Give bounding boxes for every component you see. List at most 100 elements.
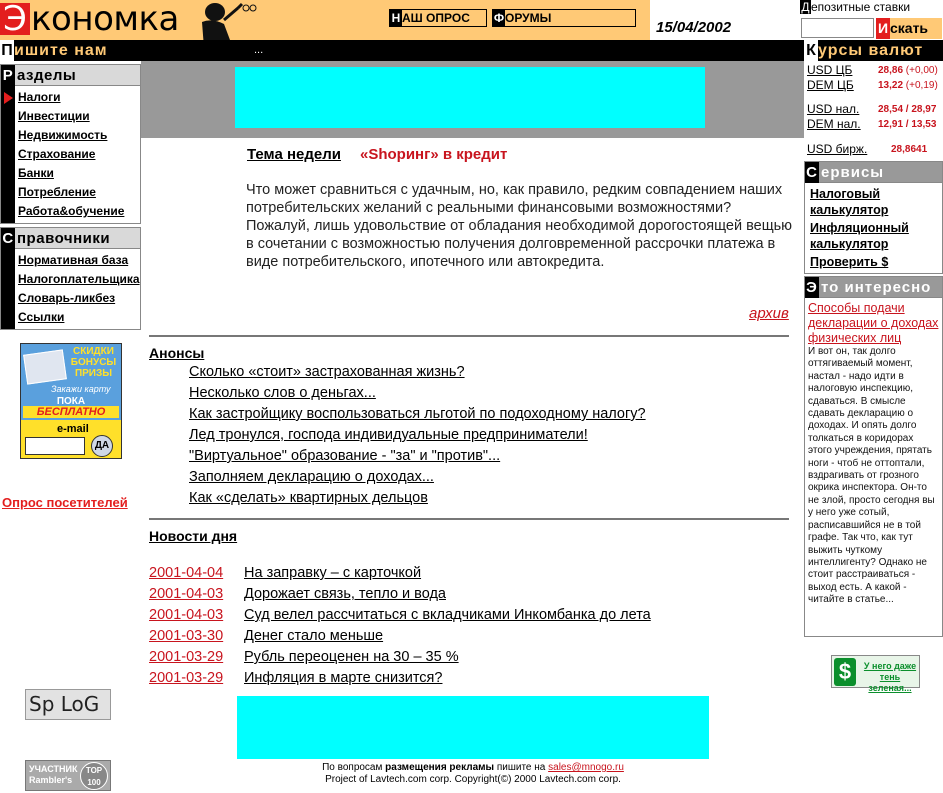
rates-table: USD ЦБ 28,86 (+0,00) DEM ЦБ 13,22 (+0,19) … [804, 61, 943, 157]
services-box: Сервисы Налоговый калькулятор Инфляционн… [804, 161, 943, 274]
rate-change: (+0,19) [903, 80, 938, 91]
reference-item-links[interactable]: Ссылки [18, 308, 140, 327]
services-cap: С [805, 162, 819, 183]
section-item-taxes[interactable]: Налоги [4, 88, 140, 107]
card-image [23, 349, 67, 385]
bottom-ad-banner[interactable] [237, 696, 709, 759]
rate-name[interactable]: USD нал. [807, 102, 859, 116]
anons-item[interactable]: Как застройщику воспользоваться льготой … [189, 404, 789, 425]
news-title[interactable]: Инфляция в марте снизится? [244, 670, 442, 686]
search-button[interactable]: Искать [876, 18, 942, 39]
anons-item[interactable]: Заполняем декларацию о доходах... [189, 467, 789, 488]
section-item-realty[interactable]: Недвижимость [18, 126, 140, 145]
write-label: ишите нам [14, 42, 108, 59]
reference-heading: Справочники [1, 228, 140, 249]
visitor-poll-link[interactable]: Опрос посетителей [2, 495, 128, 510]
logo[interactable]: Э кономка [0, 0, 182, 40]
inflation-calculator-link[interactable]: Инфляционный калькулятор [805, 220, 942, 252]
theme-title: «Shopинг» в кредит [360, 146, 508, 163]
bar-ellipsis: ... [254, 44, 264, 56]
rambler-top: TOP 100 [80, 762, 108, 790]
sections-cap: Р [1, 65, 15, 86]
anons-item[interactable]: Лед тронулся, господа индивидуальные пре… [189, 425, 789, 446]
news-list: 2001-04-04 На заправку – с карточкой 2001… [149, 563, 789, 689]
promo-badge: СКИДКИ БОНУСЫ ПРИЗЫ [70, 346, 117, 379]
reference-item-taxpayer[interactable]: Налогоплательщика [18, 270, 140, 289]
footer-email-link[interactable]: sales@mnogo.ru [548, 762, 624, 773]
forums-label: ОРУМЫ [505, 11, 552, 25]
news-date[interactable]: 2001-03-29 [149, 668, 244, 689]
interesting-article-link[interactable]: Способы подачи декларации о доходах физи… [805, 298, 942, 346]
splog-counter[interactable]: Sp LoG [25, 689, 111, 720]
rate-name[interactable]: DEM нал. [807, 117, 861, 131]
rates-cap: К [804, 40, 818, 61]
news-row: 2001-03-29 Рубль переоценен на 30 – 35 % [149, 647, 789, 668]
archive-link[interactable]: архив [749, 305, 789, 322]
promo-free-2: БЕСПЛАТНО [23, 406, 119, 418]
news-row: 2001-04-03 Дорожает связь, тепло и вода [149, 584, 789, 605]
section-item-banks[interactable]: Банки [18, 164, 140, 183]
our-poll-link[interactable]: Н АШ ОПРОС [389, 9, 487, 27]
check-dollar-link[interactable]: Проверить $ [805, 254, 942, 270]
rate-name[interactable]: USD ЦБ [807, 63, 852, 77]
forums-cap: Ф [493, 10, 505, 26]
footer-bold: размещения рекламы [385, 762, 495, 773]
news-title[interactable]: Дорожает связь, тепло и вода [244, 586, 446, 602]
rate-number: 13,22 [878, 80, 904, 91]
anons-item[interactable]: Как «сделать» квартирных дельцов [189, 488, 789, 509]
promo-yes-button[interactable]: ДА [91, 435, 113, 457]
arrow-right-icon [4, 92, 13, 104]
rate-name[interactable]: USD бирж. [807, 142, 867, 156]
anons-item[interactable]: "Виртуальное" образование - "за" и "прот… [189, 446, 789, 467]
interesting-title: то интересно [821, 279, 932, 296]
anons-item[interactable]: Сколько «стоит» застрахованная жизнь? [189, 362, 789, 383]
logo-text: кономка [31, 0, 179, 39]
interesting-heading: Это интересно [805, 277, 942, 298]
news-row: 2001-04-04 На заправку – с карточкой [149, 563, 789, 584]
reference-title: правочники [17, 230, 111, 247]
promo-email-field[interactable] [25, 437, 85, 455]
news-date[interactable]: 2001-03-29 [149, 647, 244, 668]
rate-name[interactable]: DEM ЦБ [807, 78, 854, 92]
card-promo-banner[interactable]: СКИДКИ БОНУСЫ ПРИЗЫ Закажи карту ПОКА БЕ… [20, 343, 122, 459]
search-cap: И [876, 18, 890, 39]
reference-item-normative[interactable]: Нормативная база [18, 251, 140, 270]
news-date[interactable]: 2001-04-03 [149, 584, 244, 605]
section-item-consumption[interactable]: Потребление [18, 183, 140, 202]
search-input[interactable] [801, 18, 874, 38]
tax-calculator-link[interactable]: Налоговый калькулятор [805, 186, 942, 218]
rate-change: (+0,00) [903, 65, 938, 76]
write-us-link[interactable]: Пишите нам [0, 40, 141, 61]
top-bar [0, 40, 943, 61]
news-title[interactable]: Денег стало меньше [244, 628, 383, 644]
news-title[interactable]: Суд велел рассчитаться с вкладчиками Инк… [244, 607, 651, 623]
dollar-icon: $ [834, 658, 856, 686]
deposit-rates-link[interactable]: Депозитные ставки [800, 0, 943, 14]
dollar-promo-banner[interactable]: $ У него даже тень зеленая... [831, 655, 920, 693]
divider [149, 518, 789, 520]
section-item-investments[interactable]: Инвестиции [18, 107, 140, 126]
reference-cap: С [1, 228, 15, 249]
anons-item[interactable]: Несколько слов о деньгах... [189, 383, 789, 404]
news-row: 2001-03-30 Денег стало меньше [149, 626, 789, 647]
section-item-work[interactable]: Работа&обучение [18, 202, 140, 221]
news-title[interactable]: На заправку – с карточкой [244, 565, 421, 581]
rates-title: урсы валют [818, 42, 924, 59]
news-date[interactable]: 2001-04-04 [149, 563, 244, 584]
rate-value: 28,54 / 28,97 [878, 104, 937, 115]
news-row: 2001-04-03 Суд велел рассчитаться с вклад… [149, 605, 789, 626]
section-item-insurance[interactable]: Страхование [18, 145, 140, 164]
news-date[interactable]: 2001-04-03 [149, 605, 244, 626]
news-date[interactable]: 2001-03-30 [149, 626, 244, 647]
rate-value: 12,91 / 13,53 [878, 119, 937, 130]
forums-link[interactable]: ФОРУМЫ [492, 9, 636, 27]
news-title[interactable]: Рубль переоценен на 30 – 35 % [244, 649, 459, 665]
top-ad-banner[interactable] [235, 67, 705, 128]
theme-of-week-label[interactable]: Тема недели [247, 146, 341, 163]
footer: По вопросам размещения рекламы пишите на… [237, 762, 709, 786]
sections-heading: Разделы [1, 65, 140, 86]
rambler-top100-counter[interactable]: УЧАСТНИК Rambler's TOP 100 [25, 760, 111, 791]
rate-number: 28,86 [878, 65, 904, 76]
reference-item-glossary[interactable]: Словарь-ликбез [18, 289, 140, 308]
dollar-promo-text: У него даже тень зеленая... [863, 661, 917, 693]
